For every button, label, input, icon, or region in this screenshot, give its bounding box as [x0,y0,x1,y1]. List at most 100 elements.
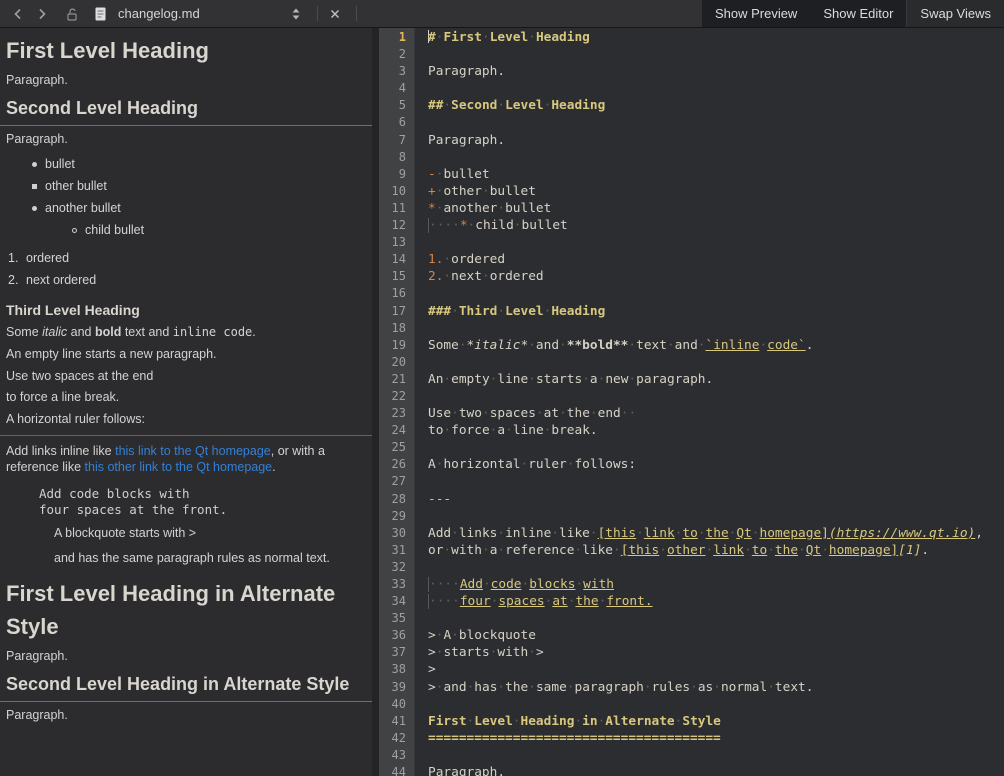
editor-line[interactable]: >·starts·with·> [428,644,1004,661]
back-button[interactable] [8,6,28,22]
editor-line[interactable] [428,234,1004,251]
line-number[interactable]: 15 [379,268,414,285]
editor-line[interactable]: Some·*italic*·and·**bold**·text·and·`inl… [428,337,1004,354]
editor-line[interactable]: > [428,661,1004,678]
editor-line[interactable]: >·A·blockquote [428,627,1004,644]
editor-code[interactable]: #·First·Level·Heading Paragraph. ##·Second… [415,28,1004,776]
editor-line[interactable]: 2.·next·ordered [428,268,1004,285]
line-number[interactable]: 29 [379,508,414,525]
line-number[interactable]: 36 [379,627,414,644]
close-document-button[interactable] [325,6,345,22]
editor-line[interactable] [428,696,1004,713]
editor-line[interactable] [428,149,1004,166]
editor-line[interactable]: A·horizontal·ruler·follows: [428,456,1004,473]
line-number[interactable]: 40 [379,696,414,713]
line-number[interactable]: 33 [379,576,414,593]
line-number[interactable]: 6 [379,114,414,131]
line-number[interactable]: 38 [379,661,414,678]
pane-splitter-handle[interactable] [372,28,379,776]
line-number[interactable]: 30 [379,525,414,542]
line-number[interactable]: 34 [379,593,414,610]
show-editor-button[interactable]: Show Editor [810,0,906,27]
editor-line[interactable]: Paragraph. [428,132,1004,149]
editor-line[interactable]: ····four·spaces·at·the·front. [428,593,1004,610]
line-number[interactable]: 31 [379,542,414,559]
line-number[interactable]: 4 [379,80,414,97]
editor-line[interactable]: -·bullet [428,166,1004,183]
editor-line[interactable] [428,473,1004,490]
show-preview-button[interactable]: Show Preview [702,0,810,27]
line-number[interactable]: 13 [379,234,414,251]
line-number[interactable]: 17 [379,303,414,320]
editor-line[interactable]: ····*·child·bullet [428,217,1004,234]
editor-line[interactable]: Paragraph. [428,63,1004,80]
link[interactable]: this link to the Qt homepage [115,444,271,458]
line-number[interactable]: 18 [379,320,414,337]
line-number[interactable]: 7 [379,132,414,149]
line-number[interactable]: 41 [379,713,414,730]
editor-line[interactable] [428,610,1004,627]
line-number[interactable]: 42 [379,730,414,747]
line-number[interactable]: 24 [379,422,414,439]
line-number[interactable]: 2 [379,46,414,63]
line-number[interactable]: 25 [379,439,414,456]
editor-line[interactable]: or·with·a·reference·like·[this·other·lin… [428,542,1004,559]
editor-line[interactable] [428,80,1004,97]
line-number[interactable]: 9 [379,166,414,183]
editor-line[interactable] [428,747,1004,764]
editor-line[interactable]: *·another·bullet [428,200,1004,217]
editor-line[interactable] [428,388,1004,405]
line-number[interactable]: 44 [379,764,414,776]
line-number[interactable]: 5 [379,97,414,114]
editor-line[interactable]: ###·Third·Level·Heading [428,303,1004,320]
editor-line[interactable]: +·other·bullet [428,183,1004,200]
line-number[interactable]: 26 [379,456,414,473]
line-number[interactable]: 3 [379,63,414,80]
line-number[interactable]: 27 [379,473,414,490]
editor-line[interactable] [428,559,1004,576]
editor-line[interactable]: ====================================== [428,730,1004,747]
editor-line[interactable] [428,508,1004,525]
editor-line[interactable] [428,114,1004,131]
markdown-preview-pane[interactable]: First Level HeadingParagraph.Second Leve… [0,28,372,776]
editor-line[interactable]: ##·Second·Level·Heading [428,97,1004,114]
line-number[interactable]: 8 [379,149,414,166]
editor-line[interactable]: #·First·Level·Heading [428,29,1004,46]
line-number[interactable]: 14 [379,251,414,268]
editor-line[interactable] [428,320,1004,337]
forward-button[interactable] [32,6,52,22]
line-number[interactable]: 10 [379,183,414,200]
line-number[interactable]: 23 [379,405,414,422]
editor-line[interactable]: >·and·has·the·same·paragraph·rules·as·no… [428,679,1004,696]
line-number[interactable]: 12 [379,217,414,234]
line-number[interactable]: 32 [379,559,414,576]
link[interactable]: this other link to the Qt homepage [85,460,273,474]
editor-line[interactable]: Add·links·inline·like·[this·link·to·the·… [428,525,1004,542]
editor-line[interactable]: Paragraph. [428,764,1004,776]
editor-line[interactable]: Use·two·spaces·at·the·end·· [428,405,1004,422]
editor-line[interactable]: --- [428,491,1004,508]
line-number[interactable]: 37 [379,644,414,661]
editor-line[interactable]: ····Add·code·blocks·with [428,576,1004,593]
swap-views-button[interactable]: Swap Views [906,0,1004,27]
line-number[interactable]: 11 [379,200,414,217]
line-number[interactable]: 39 [379,679,414,696]
line-number[interactable]: 21 [379,371,414,388]
editor-line[interactable] [428,285,1004,302]
line-number[interactable]: 20 [379,354,414,371]
line-number[interactable]: 35 [379,610,414,627]
editor-line[interactable]: First·Level·Heading·in·Alternate·Style [428,713,1004,730]
document-dropdown-button[interactable] [286,6,306,22]
line-number[interactable]: 43 [379,747,414,764]
editor-line[interactable] [428,439,1004,456]
editor-line[interactable] [428,354,1004,371]
line-number[interactable]: 28 [379,491,414,508]
editor-line[interactable]: to·force·a·line·break. [428,422,1004,439]
editor-line[interactable] [428,46,1004,63]
line-number[interactable]: 1 [379,29,414,46]
readonly-toggle-button[interactable] [62,6,82,22]
line-number[interactable]: 16 [379,285,414,302]
line-number[interactable]: 22 [379,388,414,405]
editor-line[interactable]: 1.·ordered [428,251,1004,268]
document-tab-label[interactable]: changelog.md [118,6,286,21]
